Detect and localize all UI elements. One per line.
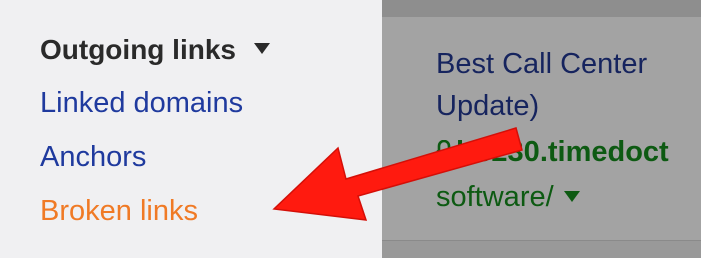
lock-icon	[436, 140, 452, 162]
result-title-link[interactable]: Best Call Center Update)	[436, 43, 701, 127]
outgoing-links-label: Outgoing links	[40, 34, 236, 65]
caret-down-icon[interactable]	[563, 190, 580, 202]
result-url-text: bb230.timedoct	[456, 136, 669, 168]
sidebar-item-anchors[interactable]: Anchors	[40, 137, 146, 177]
result-path-text: software/	[436, 181, 554, 213]
result-url[interactable]: bb230.timedoct	[436, 131, 669, 173]
sidebar-item-broken-links[interactable]: Broken links	[40, 191, 198, 231]
result-url-path[interactable]: software/	[436, 176, 580, 218]
results-divider-strip	[382, 240, 701, 258]
sidebar-item-linked-domains[interactable]: Linked domains	[40, 83, 243, 123]
caret-down-icon[interactable]	[253, 43, 270, 55]
results-header-strip	[382, 0, 701, 17]
sidebar: Outgoing links Linked domains Anchors Br…	[0, 0, 382, 258]
results-panel: Best Call Center Update) bb230.timedoct …	[382, 0, 701, 258]
outgoing-links-header[interactable]: Outgoing links	[40, 30, 270, 70]
